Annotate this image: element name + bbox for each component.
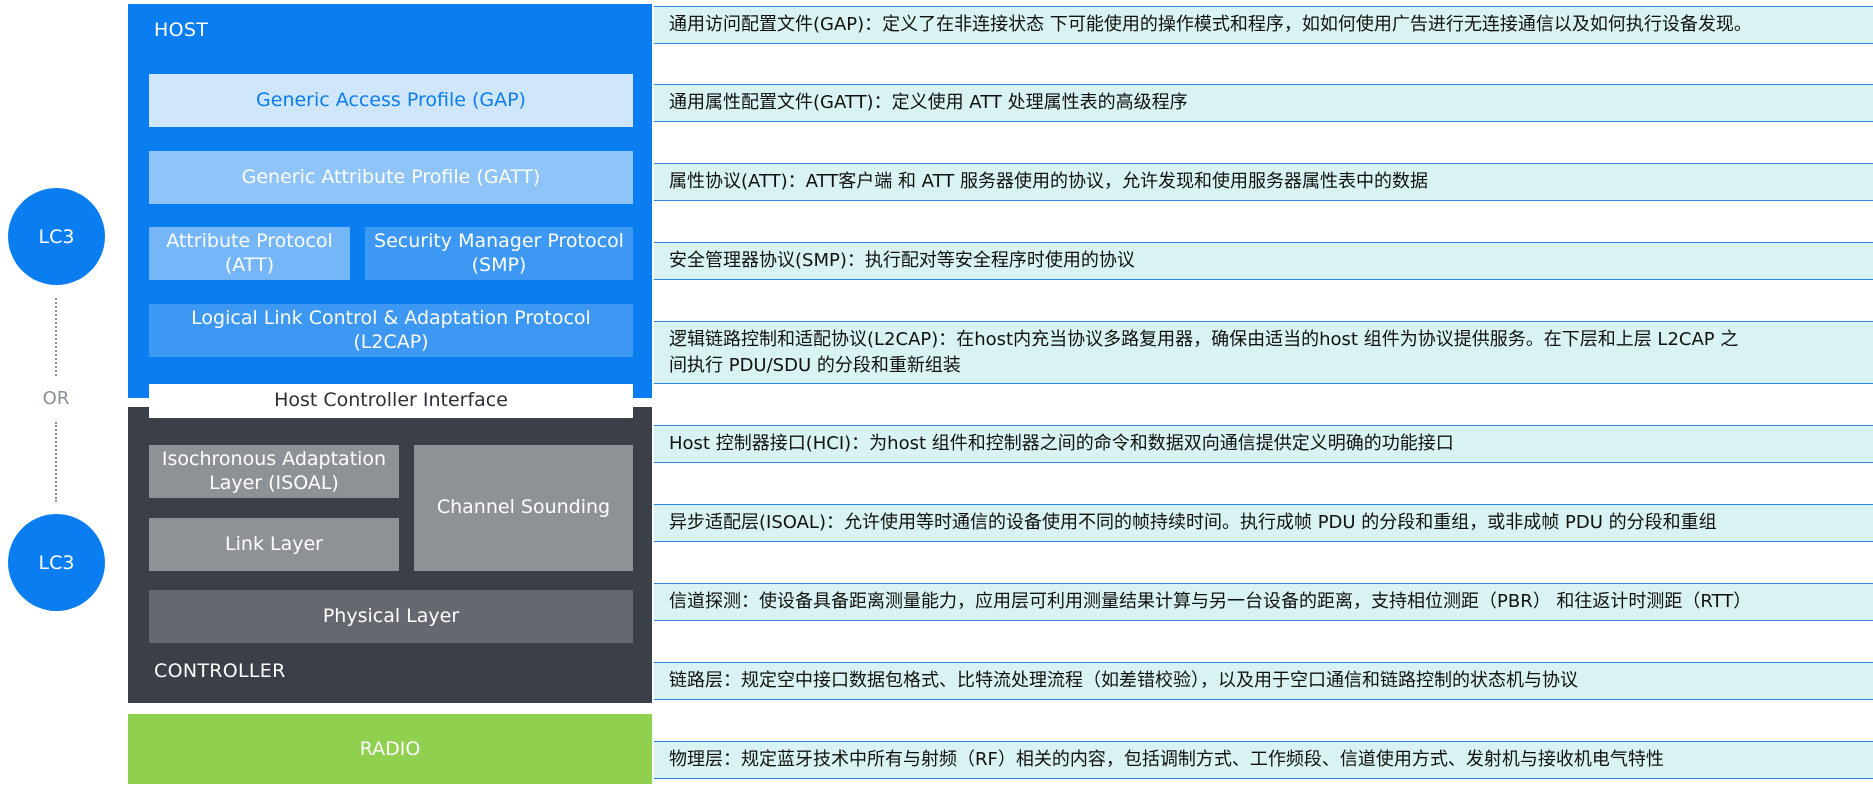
description-gatt: 通用属性配置文件(GATT)：定义使用 ATT 处理属性表的高级程序 (654, 84, 1873, 122)
physical-layer-label: Physical Layer (322, 604, 460, 627)
lc3-circle-top: LC3 (8, 188, 105, 285)
description-isoal: 异步适配层(ISOAL)：允许使用等时通信的设备使用不同的帧持续时间。执行成帧 … (654, 504, 1873, 542)
host-label: HOST (154, 19, 209, 41)
hci-layer-overlay: Host Controller Interface (149, 384, 633, 418)
l2cap-layer: Logical Link Control & Adaptation Protoc… (149, 304, 633, 357)
description-hci: Host 控制器接口(HCI)：为host 组件和控制器之间的命令和数据双向通信… (654, 425, 1873, 463)
lc3-top-label: LC3 (38, 225, 75, 248)
description-l2cap: 逻辑链路控制和适配协议(L2CAP)：在host内充当协议多路复用器，确保由适当… (654, 321, 1873, 384)
lc3-bottom-label: LC3 (38, 551, 75, 574)
description-physical-layer: 物理层：规定蓝牙技术中所有与射频（RF）相关的内容，包括调制方式、工作频段、信道… (654, 741, 1873, 779)
att-layer-label: Attribute Protocol (ATT) (166, 229, 333, 276)
gap-layer-label: Generic Access Profile (GAP) (256, 88, 526, 111)
hci-layer-overlay-label: Host Controller Interface (274, 389, 508, 412)
controller-label: CONTROLLER (154, 660, 286, 682)
smp-layer-label: Security Manager Protocol (SMP) (374, 229, 624, 276)
radio-block: RADIO (128, 714, 652, 784)
description-link-layer: 链路层：规定空中接口数据包格式、比特流处理流程（如差错校验），以及用于空口通信和… (654, 662, 1873, 700)
description-smp: 安全管理器协议(SMP)：执行配对等安全程序时使用的协议 (654, 242, 1873, 280)
physical-layer: Physical Layer (149, 590, 633, 643)
smp-layer: Security Manager Protocol (SMP) (365, 227, 633, 280)
or-label: OR (42, 388, 70, 409)
dotted-connector-top (55, 298, 57, 376)
gatt-layer-label: Generic Attribute Profile (GATT) (241, 165, 541, 188)
att-layer: Attribute Protocol (ATT) (149, 227, 350, 280)
l2cap-layer-label: Logical Link Control & Adaptation Protoc… (191, 306, 591, 353)
channel-sounding-layer: Channel Sounding (414, 445, 633, 571)
dotted-connector-bottom (55, 422, 57, 502)
description-gap: 通用访问配置文件(GAP)：定义了在非连接状态 下可能使用的操作模式和程序，如如… (654, 6, 1873, 44)
gap-layer: Generic Access Profile (GAP) (149, 74, 633, 127)
link-layer-label: Link Layer (225, 532, 323, 555)
gatt-layer: Generic Attribute Profile (GATT) (149, 151, 633, 204)
description-channel-sounding: 信道探测：使设备具备距离测量能力，应用层可利用测量结果计算与另一台设备的距离，支… (654, 583, 1873, 621)
lc3-circle-bottom: LC3 (8, 514, 105, 611)
link-layer: Link Layer (149, 518, 399, 571)
isoal-layer: Isochronous Adaptation Layer (ISOAL) (149, 445, 399, 498)
channel-sounding-label: Channel Sounding (436, 496, 611, 519)
description-att: 属性协议(ATT)：ATT客户端 和 ATT 服务器使用的协议，允许发现和使用服… (654, 163, 1873, 201)
isoal-layer-label: Isochronous Adaptation Layer (ISOAL) (161, 447, 387, 494)
radio-label: RADIO (359, 738, 421, 760)
